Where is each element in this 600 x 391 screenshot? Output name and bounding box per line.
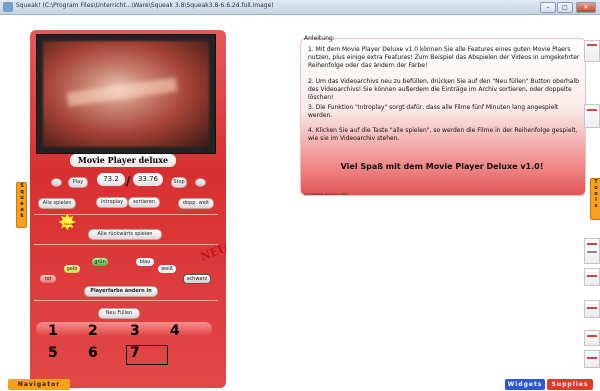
close-button[interactable]: ✕ — [576, 2, 596, 13]
doppelt-button[interactable]: dopp. weit — [178, 198, 214, 209]
supplies-flap[interactable]: Supplies — [547, 379, 593, 390]
alle-spielen-button[interactable]: Alle spielen — [38, 198, 76, 209]
divider — [34, 300, 218, 301]
anleitung-item-3: 3. Die Funktion "Introplay" sorgt dafür,… — [308, 104, 559, 119]
color-schwarz-button[interactable]: schwarz — [183, 274, 211, 284]
divider — [34, 244, 218, 245]
collapsed-window-5[interactable] — [584, 300, 600, 318]
color-weiss-button[interactable]: weiß — [158, 265, 176, 273]
tools-flap[interactable]: Tools — [590, 178, 600, 220]
alle-rueckwaerts-button[interactable]: Alle rückwärts spielen — [88, 229, 162, 240]
introplay-button[interactable]: Introplay — [96, 197, 128, 208]
archive-item-7[interactable]: 7 — [130, 345, 140, 361]
squeak-flap[interactable]: Squeak — [16, 182, 27, 228]
collapsed-window-4[interactable] — [584, 268, 600, 286]
player-title: Movie Player deluxe — [70, 154, 176, 167]
minimize-button[interactable]: – — [540, 2, 556, 13]
copyright-note: (C) Sebastian Brammer 2007 — [304, 192, 348, 196]
stop-button[interactable]: Stop — [171, 177, 187, 188]
widgets-flap[interactable]: Widgets — [505, 379, 545, 390]
sortieren-button[interactable]: sortieren — [128, 197, 160, 208]
archive-item-4[interactable]: 4 — [170, 323, 180, 339]
time-separator: / — [126, 174, 131, 188]
collapsed-window-6[interactable] — [584, 330, 600, 346]
forward-button[interactable] — [195, 178, 206, 187]
color-gelb-button[interactable]: gelb — [64, 265, 80, 273]
collapsed-window-2[interactable] — [584, 104, 600, 128]
collapsed-window-1[interactable] — [584, 40, 600, 62]
anleitung-title: Anleitung: — [304, 35, 335, 42]
archive-row-highlight — [36, 322, 212, 336]
maximize-button[interactable]: □ — [557, 2, 573, 13]
window-titlebar: Squeak! (C:\Program Files\Unterricht...\… — [0, 0, 600, 15]
archive-item-3[interactable]: 3 — [130, 323, 140, 339]
archive-item-6[interactable]: 6 — [88, 345, 98, 361]
color-blau-button[interactable]: blau — [136, 258, 154, 266]
anleitung-closing: Viel Spaß mit dem Movie Player Deluxe v1… — [340, 162, 544, 171]
time-total: 33.76 — [133, 173, 163, 186]
time-current: 73.2 — [97, 173, 125, 186]
navigator-flap[interactable]: Navigator — [8, 379, 70, 390]
anleitung-item-1: 1. Mit dem Movie Player Deluxe v1.0 könn… — [308, 46, 580, 69]
playerfarbe-label: Playerfarbe ändern in — [84, 286, 158, 297]
collapsed-window-3[interactable] — [584, 238, 600, 264]
star-label: Special — [64, 222, 75, 226]
neu-fuellen-button[interactable]: Neu Füllen — [98, 308, 140, 319]
archive-item-2[interactable]: 2 — [88, 323, 98, 339]
archive-item-1[interactable]: 1 — [48, 323, 58, 339]
color-rot-button[interactable]: rot — [40, 275, 56, 283]
anleitung-item-2: 2. Um das Videoarchivs neu zu befüllen, … — [308, 78, 579, 101]
color-gruen-button[interactable]: grün — [92, 258, 108, 266]
squeak-flap-label: Squeak — [19, 183, 25, 219]
video-display[interactable] — [36, 34, 216, 154]
rewind-button[interactable] — [51, 178, 62, 187]
window-title: Squeak! (C:\Program Files\Unterricht...\… — [16, 2, 274, 9]
collapsed-window-7[interactable] — [584, 350, 600, 368]
archive-item-5[interactable]: 5 — [48, 345, 58, 361]
anleitung-item-4: 4. Klicken Sie auf die Taste "alle spiel… — [308, 127, 578, 142]
squeak-app-icon — [3, 2, 13, 12]
tools-flap-label: Tools — [593, 179, 599, 209]
play-button[interactable]: Play — [68, 177, 88, 188]
